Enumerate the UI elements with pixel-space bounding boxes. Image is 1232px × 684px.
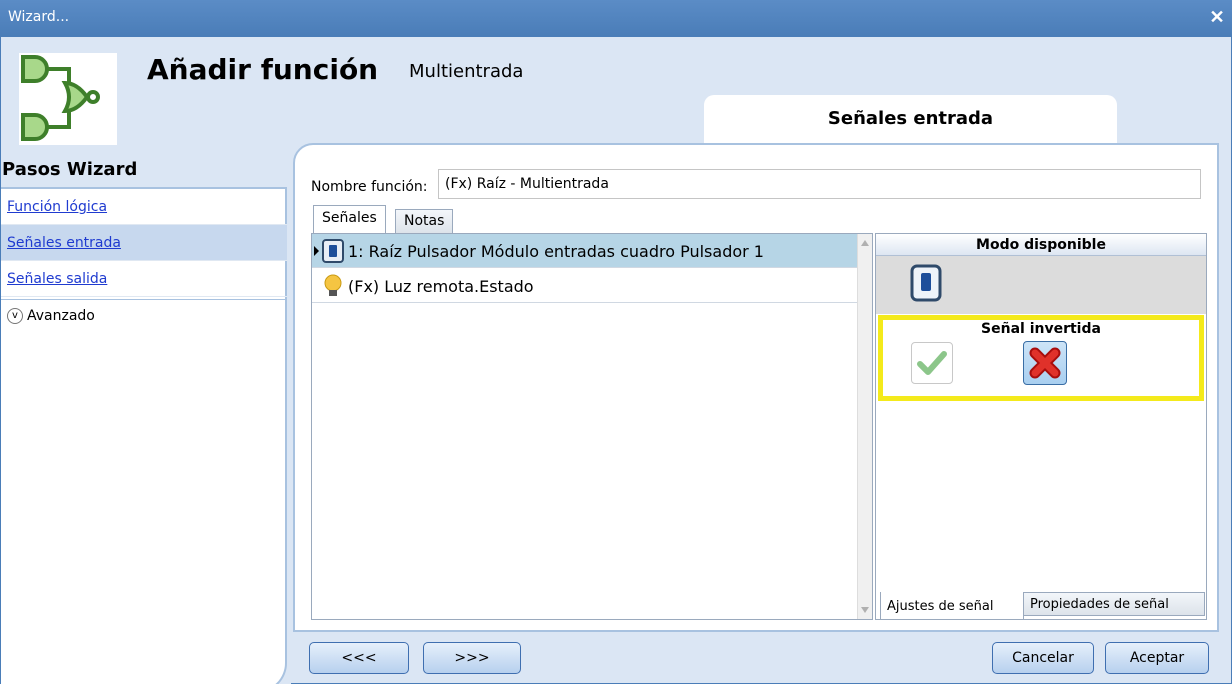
inverted-signal-box: Señal invertida (878, 315, 1204, 401)
list-item[interactable]: (Fx) Luz remota.Estado (312, 269, 857, 303)
tab-signals[interactable]: Señales (313, 205, 386, 233)
tab-signal-settings[interactable]: Ajustes de señal (880, 592, 1024, 620)
mode-area (876, 256, 1206, 314)
previous-button[interactable]: <<< (309, 642, 409, 674)
sidebar-item-output-signals[interactable]: Señales salida (1, 261, 287, 297)
sidebar-advanced-toggle[interactable]: v Avanzado (1, 299, 287, 331)
cancel-button[interactable]: Cancelar (992, 642, 1094, 674)
next-button[interactable]: >>> (423, 642, 521, 674)
step-tab-current: Señales entrada (704, 95, 1117, 143)
logic-gate-logo-icon (19, 53, 117, 145)
cross-icon[interactable] (1023, 341, 1067, 385)
window-title: Wizard... (8, 9, 70, 25)
scroll-down-icon[interactable] (861, 607, 869, 613)
wizard-window: Añadir función Multientrada Señales entr… (0, 36, 1232, 684)
row-selector-arrow-icon (314, 246, 319, 256)
check-icon[interactable] (911, 342, 953, 384)
title-bar: Wizard... ✕ (0, 0, 1232, 36)
chevron-down-icon: v (7, 308, 23, 324)
function-name-input[interactable]: (Fx) Raíz - Multientrada (438, 169, 1201, 199)
page-title: Añadir función (147, 53, 379, 86)
main-panel: Nombre función: (Fx) Raíz - Multientrada… (293, 143, 1219, 632)
accept-button[interactable]: Aceptar (1105, 642, 1209, 674)
sidebar-item-input-signals[interactable]: Señales entrada (1, 225, 287, 261)
function-name-label: Nombre función: (311, 179, 428, 195)
wizard-steps-sidebar: Pasos Wizard Función lógica Señales entr… (1, 149, 291, 684)
list-scrollbar[interactable] (857, 234, 872, 619)
list-item[interactable]: 1: Raíz Pulsador Módulo entradas cuadro … (312, 234, 857, 268)
sidebar-heading: Pasos Wizard (2, 159, 138, 180)
signal-properties-panel: Modo disponible Señal invertida Ajustes … (875, 233, 1207, 620)
mode-heading: Modo disponible (876, 234, 1206, 256)
signal-text: 1: Raíz Pulsador Módulo entradas cuadro … (348, 242, 764, 261)
tab-notes[interactable]: Notas (395, 209, 454, 233)
pushbutton-icon (322, 239, 344, 263)
page-subtitle: Multientrada (409, 61, 524, 82)
lightbulb-icon (322, 274, 344, 298)
inverted-heading: Señal invertida (981, 321, 1101, 337)
sidebar-panel: Función lógica Señales entrada Señales s… (1, 187, 287, 684)
tab-signal-properties[interactable]: Propiedades de señal (1023, 592, 1205, 616)
signal-list: 1: Raíz Pulsador Módulo entradas cuadro … (311, 233, 873, 620)
close-icon[interactable]: ✕ (1208, 8, 1226, 26)
sidebar-item-logic-function[interactable]: Función lógica (1, 189, 287, 225)
signal-text: (Fx) Luz remota.Estado (348, 277, 534, 296)
scroll-up-icon[interactable] (861, 240, 869, 246)
advanced-label: Avanzado (27, 308, 95, 324)
pushbutton-mode-button[interactable] (910, 264, 942, 302)
